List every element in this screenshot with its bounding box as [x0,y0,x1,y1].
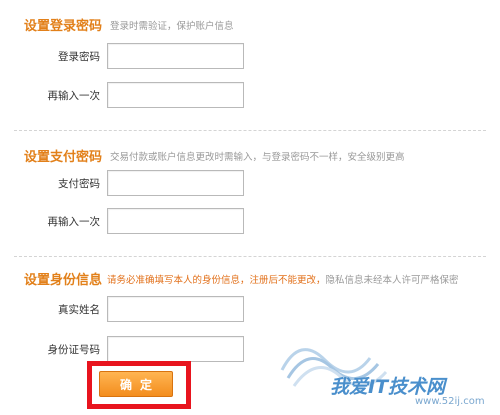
id-number-label: 身份证号码 [47,344,101,356]
payment-password-input[interactable] [107,170,244,196]
payment-password-confirm-input[interactable] [107,208,244,234]
real-name-label: 真实姓名 [58,304,100,316]
login-password-section-desc: 登录时需验证，保护账户信息 [110,21,234,32]
identity-privacy-text: 隐私信息未经本人许可严格保密 [325,275,459,286]
watermark: 我爱IT技术网 www.52ij.com [280,330,495,410]
identity-section-desc: 请务必准确填写本人的身份信息，注册后不能更改，隐私信息未经本人许可严格保密 [107,272,459,286]
watermark-text: 我爱IT技术网 [330,376,446,398]
confirm-button[interactable]: 确定 [99,371,173,397]
payment-password-label: 支付密码 [58,178,100,190]
login-password-section-title: 设置登录密码 [24,19,103,34]
login-password-confirm-input[interactable] [107,82,244,108]
section-divider [14,130,486,131]
payment-password-section-title: 设置支付密码 [24,150,103,165]
identity-section-title: 设置身份信息 [24,273,103,288]
login-password-confirm-label: 再输入一次 [47,90,101,102]
payment-password-confirm-label: 再输入一次 [47,216,101,228]
real-name-input[interactable] [107,296,244,322]
identity-warning-text: 请务必准确填写本人的身份信息，注册后不能更改， [107,275,326,286]
payment-password-section-desc: 交易付款或账户信息更改时需输入，与登录密码不一样，安全级别更高 [110,152,405,163]
login-password-label: 登录密码 [58,51,100,63]
login-password-input[interactable] [107,43,244,69]
section-divider [14,256,486,257]
id-number-input[interactable] [107,336,244,362]
watermark-url: www.52ij.com [415,396,485,407]
